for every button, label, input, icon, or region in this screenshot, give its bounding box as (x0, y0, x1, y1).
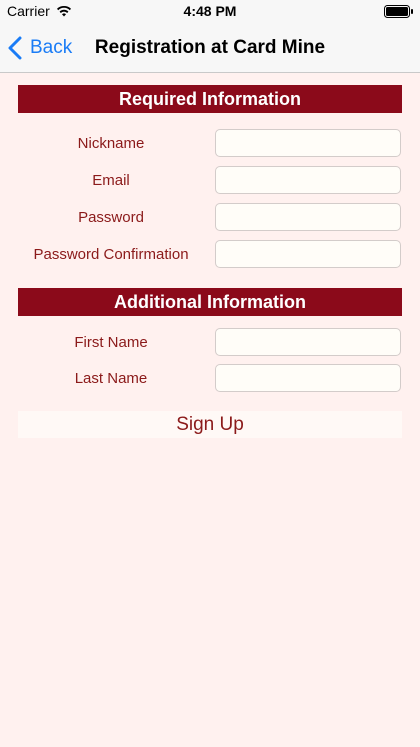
battery-icon (384, 5, 413, 18)
navigation-bar: Back Registration at Card Mine (0, 24, 420, 73)
email-field[interactable] (215, 166, 401, 194)
first-name-label: First Name (74, 334, 148, 351)
nickname-label: Nickname (77, 135, 145, 152)
first-name-field[interactable] (215, 328, 401, 356)
nickname-row: Nickname (0, 129, 420, 159)
status-time: 4:48 PM (183, 3, 237, 19)
password-row: Password (0, 203, 420, 233)
first-name-row: First Name (0, 328, 420, 358)
last-name-label: Last Name (74, 370, 148, 387)
password-confirmation-row: Password Confirmation (0, 240, 420, 270)
status-bar: Carrier 4:48 PM (0, 0, 420, 24)
nickname-field[interactable] (215, 129, 401, 157)
password-label: Password (78, 209, 144, 226)
password-confirmation-label: Password Confirmation (33, 246, 189, 263)
sign-up-button[interactable]: Sign Up (18, 411, 402, 438)
email-label: Email (92, 172, 130, 189)
page-title: Registration at Card Mine (94, 37, 326, 58)
email-row: Email (0, 166, 420, 196)
last-name-row: Last Name (0, 364, 420, 394)
additional-information-header: Additional Information (18, 288, 402, 316)
last-name-field[interactable] (215, 364, 401, 392)
required-information-header: Required Information (18, 85, 402, 113)
password-confirmation-field[interactable] (215, 240, 401, 268)
password-field[interactable] (215, 203, 401, 231)
